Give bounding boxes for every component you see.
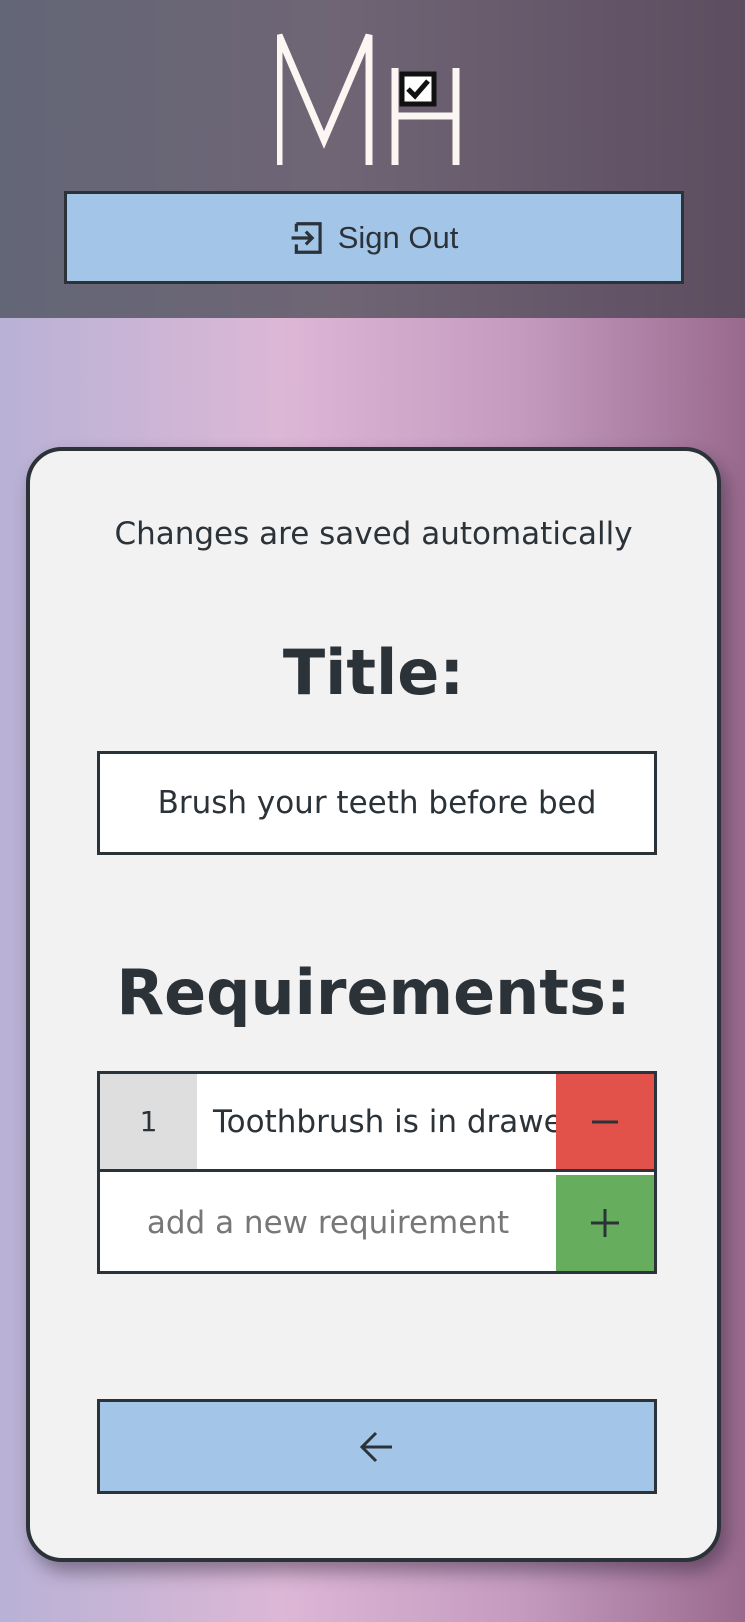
editor-card: Changes are saved automatically Title: R…: [26, 447, 721, 1562]
new-requirement-input[interactable]: [100, 1175, 556, 1271]
arrow-left-icon: [359, 1431, 392, 1462]
requirement-row: 1 Toothbrush is in drawer: [100, 1074, 654, 1172]
new-requirement-row: [100, 1175, 654, 1271]
add-requirement-button[interactable]: [556, 1175, 654, 1271]
requirements-heading: Requirements:: [116, 956, 631, 1029]
app-logo: [277, 33, 460, 165]
checkbox-checked-icon: [399, 71, 437, 107]
minus-icon: [592, 1120, 618, 1123]
requirement-text[interactable]: Toothbrush is in drawer: [197, 1074, 556, 1169]
plus-icon: [591, 1209, 619, 1237]
sign-out-label: Sign Out: [337, 219, 459, 255]
back-button[interactable]: [97, 1399, 657, 1494]
sign-in-arrow-icon: [291, 221, 322, 254]
requirements-list: 1 Toothbrush is in drawer: [97, 1071, 657, 1274]
autosave-note: Changes are saved automatically: [114, 516, 633, 552]
requirement-number: 1: [100, 1074, 197, 1169]
app-header: Sign Out: [0, 0, 745, 318]
title-input[interactable]: [97, 751, 657, 855]
remove-requirement-button[interactable]: [556, 1074, 654, 1169]
sign-out-button[interactable]: Sign Out: [64, 191, 684, 284]
title-heading: Title:: [282, 636, 465, 709]
